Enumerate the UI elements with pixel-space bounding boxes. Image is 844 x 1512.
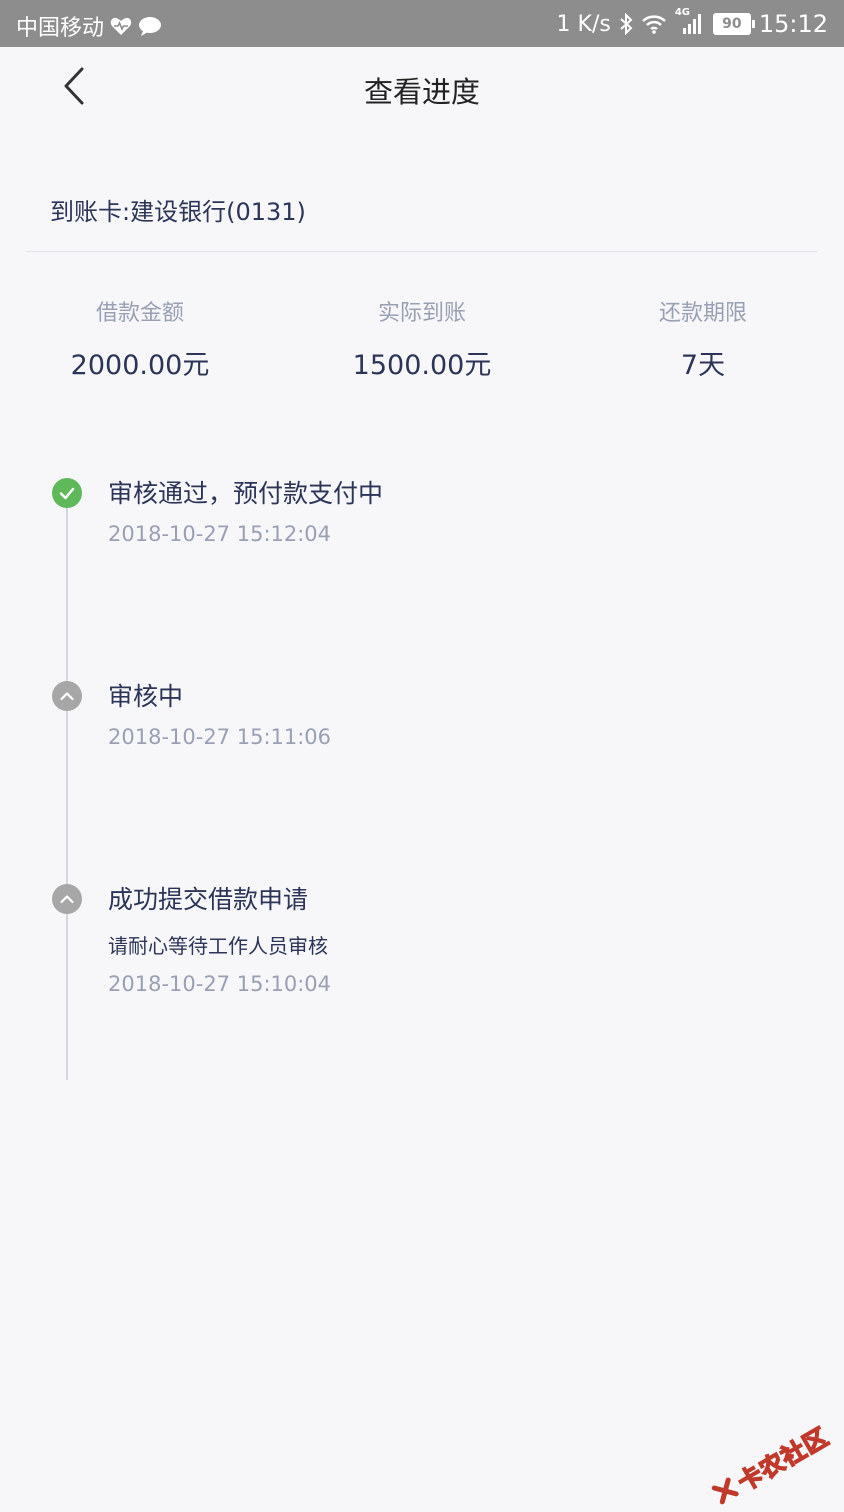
status-time: 15:12	[758, 10, 828, 38]
nav-bar: 查看进度	[0, 47, 844, 127]
divider	[26, 251, 818, 252]
chevron-up-icon	[60, 895, 74, 904]
receiving-card: 到账卡:建设银行(0131)	[50, 198, 306, 226]
watermark: 卡农社区	[706, 1417, 834, 1511]
battery-indicator: 90	[712, 13, 755, 35]
network-type-label: 4G	[674, 7, 690, 18]
page-title: 查看进度	[363, 75, 480, 109]
step-time: 2018-10-27 15:11:06	[108, 725, 332, 749]
status-bar-left: 中国移动	[16, 10, 162, 42]
progress-timeline: 审核通过，预付款支付中 2018-10-27 15:12:04 审核中 2018…	[0, 460, 844, 1100]
step-status-dot	[52, 884, 82, 914]
chevron-up-icon	[60, 692, 74, 701]
signal-icon: 4G	[675, 7, 705, 35]
step-note: 请耐心等待工作人员审核	[108, 934, 328, 958]
timeline-line	[66, 492, 68, 1080]
step-time: 2018-10-27 15:10:04	[108, 972, 332, 996]
stat-label: 实际到账	[377, 301, 466, 326]
network-speed: 1 K/s	[556, 11, 611, 37]
step-title: 审核中	[108, 682, 184, 711]
chat-bubble-icon	[138, 16, 162, 36]
status-bar: 中国移动 1 K/s 4G 90 15:12	[0, 0, 844, 47]
status-bar-right: 1 K/s 4G 90 15:12	[556, 7, 828, 38]
step-title: 审核通过，预付款支付中	[108, 479, 384, 508]
step-time: 2018-10-27 15:12:04	[108, 522, 332, 546]
bluetooth-icon	[619, 13, 633, 35]
step-title: 成功提交借款申请	[108, 885, 309, 914]
check-icon	[59, 487, 75, 500]
stat-label: 还款期限	[658, 301, 747, 326]
watermark-text: 卡农社区	[732, 1422, 834, 1498]
stat-actual-received: 实际到账 1500.00元	[302, 295, 542, 382]
stat-value: 2000.00元	[70, 350, 210, 381]
stat-value: 1500.00元	[352, 350, 492, 381]
step-status-dot	[52, 681, 82, 711]
stat-loan-amount: 借款金额 2000.00元	[20, 295, 260, 382]
stat-repayment-term: 还款期限 7天	[583, 295, 823, 382]
stat-value: 7天	[680, 350, 726, 381]
carrier-label: 中国移动	[16, 16, 105, 41]
heart-pulse-icon	[110, 16, 132, 36]
battery-level: 90	[722, 16, 742, 32]
stat-label: 借款金额	[95, 301, 184, 326]
wifi-icon	[641, 14, 667, 34]
step-status-dot	[52, 478, 82, 508]
